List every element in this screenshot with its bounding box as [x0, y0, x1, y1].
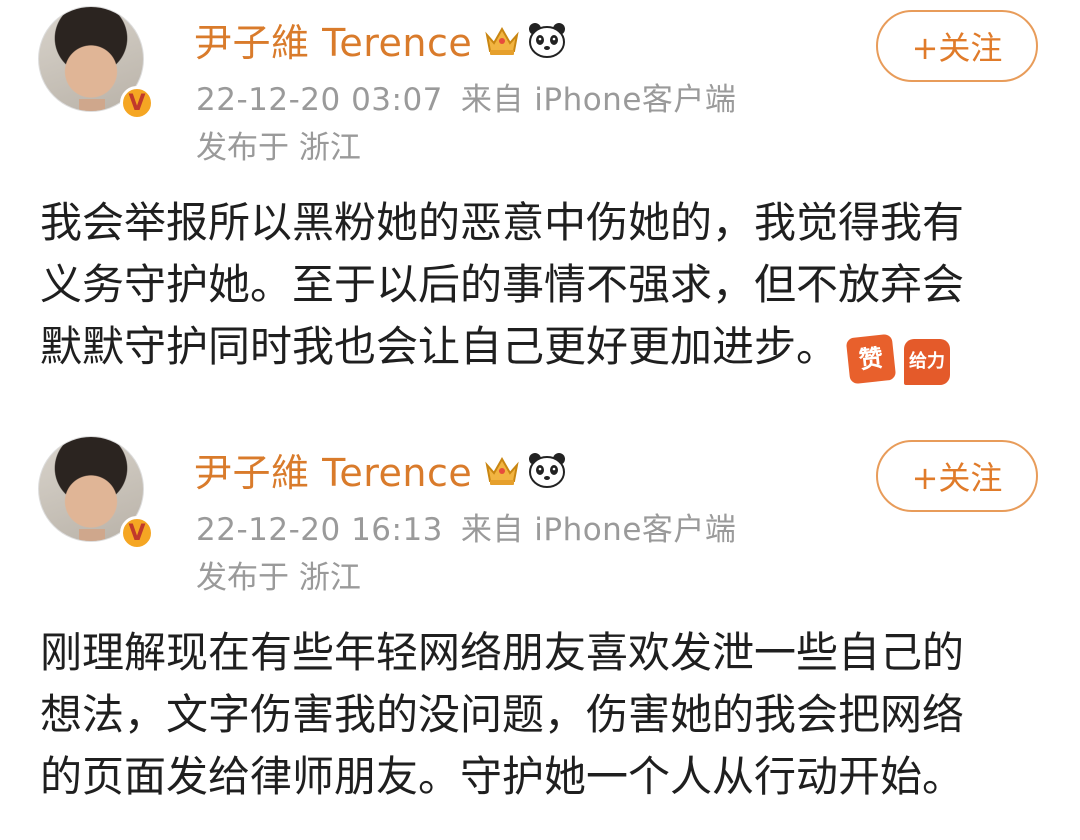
crown-icon: [482, 452, 522, 488]
username-row: 尹子維 Terence: [194, 12, 568, 67]
panda-icon: [526, 20, 568, 60]
username[interactable]: 尹子維 Terence: [194, 12, 472, 67]
timestamp: 22-12-20 03:07: [196, 82, 443, 118]
content-line: 我会举报所以黑粉她的恶意中伤她的，我觉得我有: [40, 198, 965, 247]
post-meta: 22-12-20 03:07 来自 iPhone客户端: [196, 74, 736, 119]
post-source: 来自 iPhone客户端: [460, 82, 737, 118]
content-line: 默默守护同时我也会让自己更好更加进步。赞给力: [40, 316, 1050, 385]
follow-button[interactable]: +关注: [876, 10, 1038, 82]
panda-icon: [526, 450, 568, 490]
avatar[interactable]: V: [38, 436, 154, 550]
post-meta: 22-12-20 16:13 来自 iPhone客户端: [196, 504, 736, 549]
username-row: 尹子維 Terence: [194, 442, 568, 497]
follow-button[interactable]: +关注: [876, 440, 1038, 512]
geili-emoji-icon: 给力: [904, 339, 951, 385]
post-source: 来自 iPhone客户端: [460, 512, 737, 548]
zan-emoji-icon: 赞: [845, 333, 897, 385]
timestamp: 22-12-20 16:13: [196, 512, 443, 548]
content-line: 义务守护她。至于以后的事情不强求，但不放弃会: [40, 260, 965, 309]
content-line: 想法，文字伤害我的没问题，伤害她的我会把网络: [40, 690, 965, 739]
avatar[interactable]: V: [38, 6, 154, 120]
post-location: 发布于 浙江: [196, 130, 361, 166]
post-location: 发布于 浙江: [196, 560, 361, 596]
content-line: 的页面发给律师朋友。守护她一个人从行动开始。: [40, 752, 965, 801]
verified-badge-icon: V: [120, 86, 154, 120]
crown-icon: [482, 22, 522, 58]
post-content: 刚理解现在有些年轻网络朋友喜欢发泄一些自己的 想法，文字伤害我的没问题，伤害她的…: [40, 622, 1050, 808]
content-line: 刚理解现在有些年轻网络朋友喜欢发泄一些自己的: [40, 628, 965, 677]
post-content: 我会举报所以黑粉她的恶意中伤她的，我觉得我有 义务守护她。至于以后的事情不强求，…: [40, 192, 1050, 385]
username[interactable]: 尹子維 Terence: [194, 442, 472, 497]
verified-badge-icon: V: [120, 516, 154, 550]
